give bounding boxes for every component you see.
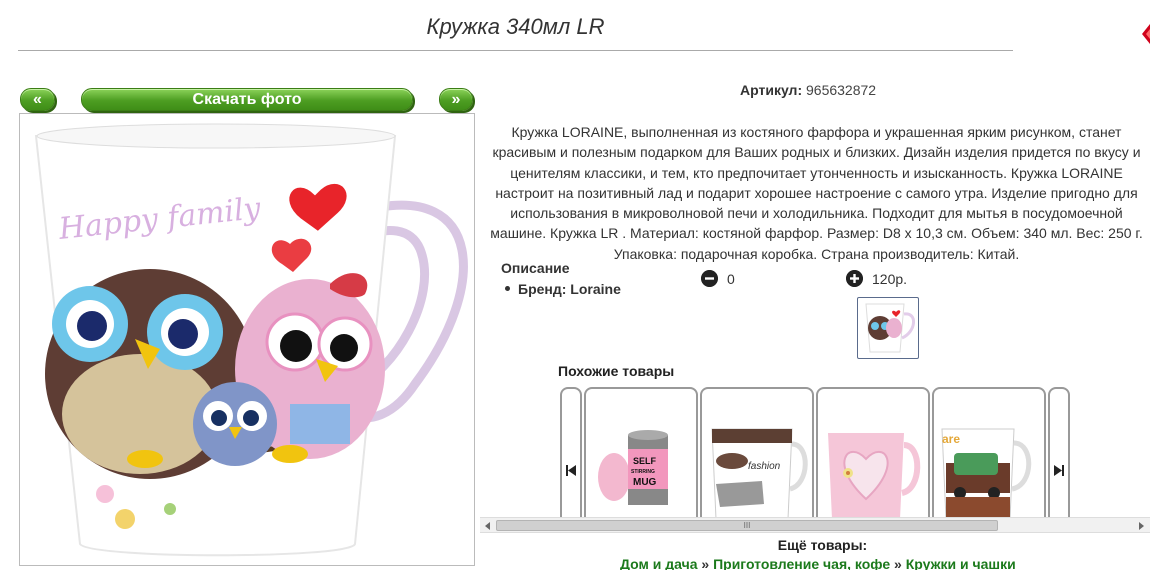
quantity-control: 0 xyxy=(701,270,735,287)
similar-card-3[interactable] xyxy=(816,387,930,520)
svg-text:STIRRING: STIRRING xyxy=(631,469,655,475)
brand-item: Бренд: Loraine xyxy=(505,281,621,297)
similar-card-1[interactable]: SELF STIRRING MUG xyxy=(584,387,698,520)
next-photo-button[interactable]: » xyxy=(439,88,473,111)
crumb-mugs-cups[interactable]: Кружки и чашки xyxy=(906,556,1016,570)
self-stirring-mug-image: SELF STIRRING MUG xyxy=(598,430,668,505)
similar-card-2[interactable]: fashion xyxy=(700,387,814,520)
similar-heading: Похожие товары xyxy=(558,363,675,379)
quantity-value: 0 xyxy=(727,270,735,287)
scroll-left-icon[interactable] xyxy=(483,519,493,533)
carousel-next-button[interactable] xyxy=(1048,387,1070,520)
bullet-icon xyxy=(505,286,510,291)
download-photo-button[interactable]: Скачать фото xyxy=(81,88,413,111)
specs-heading: Описание xyxy=(501,260,570,276)
carousel-prev-button[interactable] xyxy=(560,387,582,520)
product-description: Кружка LORAINE, выполненная из костяного… xyxy=(490,124,1143,262)
svg-text:MUG: MUG xyxy=(633,477,657,488)
sku-label: Артикул: xyxy=(740,82,803,98)
similar-carousel: SELF STIRRING MUG fashion are xyxy=(560,387,1070,520)
carousel-next-icon xyxy=(1054,465,1064,476)
minus-icon[interactable] xyxy=(701,270,718,287)
brand-label: Бренд: Loraine xyxy=(518,281,621,297)
product-thumbnail[interactable] xyxy=(857,297,919,359)
svg-text:are: are xyxy=(942,432,960,446)
mug-thumb-image xyxy=(865,303,915,353)
car-mug-image: are xyxy=(941,428,1032,520)
crumb-tea-coffee[interactable]: Приготовление чая, кофе xyxy=(713,556,890,570)
crumb-separator: » xyxy=(701,556,710,570)
sku-value: 965632872 xyxy=(806,82,877,98)
svg-text:SELF: SELF xyxy=(633,456,657,466)
mug-image: Happy family xyxy=(34,123,468,557)
more-heading-text: Ещё товары: xyxy=(777,537,868,553)
price-control: 120р. xyxy=(846,270,907,287)
product-photo[interactable]: Happy family xyxy=(19,113,475,566)
prev-photo-button[interactable]: « xyxy=(20,88,55,111)
carousel-prev-icon xyxy=(566,465,576,476)
crumb-separator: » xyxy=(894,556,902,570)
pink-heart-mug-image xyxy=(828,433,921,519)
breadcrumb: Дом и дача » Приготовление чая, кофе » К… xyxy=(620,556,1016,570)
sku: Артикул: 965632872 xyxy=(740,82,876,98)
similar-card-4[interactable]: are xyxy=(932,387,1046,520)
horizontal-scrollbar[interactable]: III xyxy=(480,517,1150,533)
price-value: 120р. xyxy=(872,270,908,287)
fashion-mug-image: fashion xyxy=(711,428,808,520)
corner-badge-icon xyxy=(1142,24,1150,44)
page-title: Кружка 340мл LR xyxy=(18,14,1013,51)
more-products-heading: Ещё товары: xyxy=(0,537,1150,553)
scrollbar-thumb[interactable]: III xyxy=(496,520,998,531)
svg-text:fashion: fashion xyxy=(748,461,781,472)
crumb-home-garden[interactable]: Дом и дача xyxy=(620,556,698,570)
plus-icon[interactable] xyxy=(846,270,863,287)
scroll-right-icon[interactable] xyxy=(1136,519,1146,533)
